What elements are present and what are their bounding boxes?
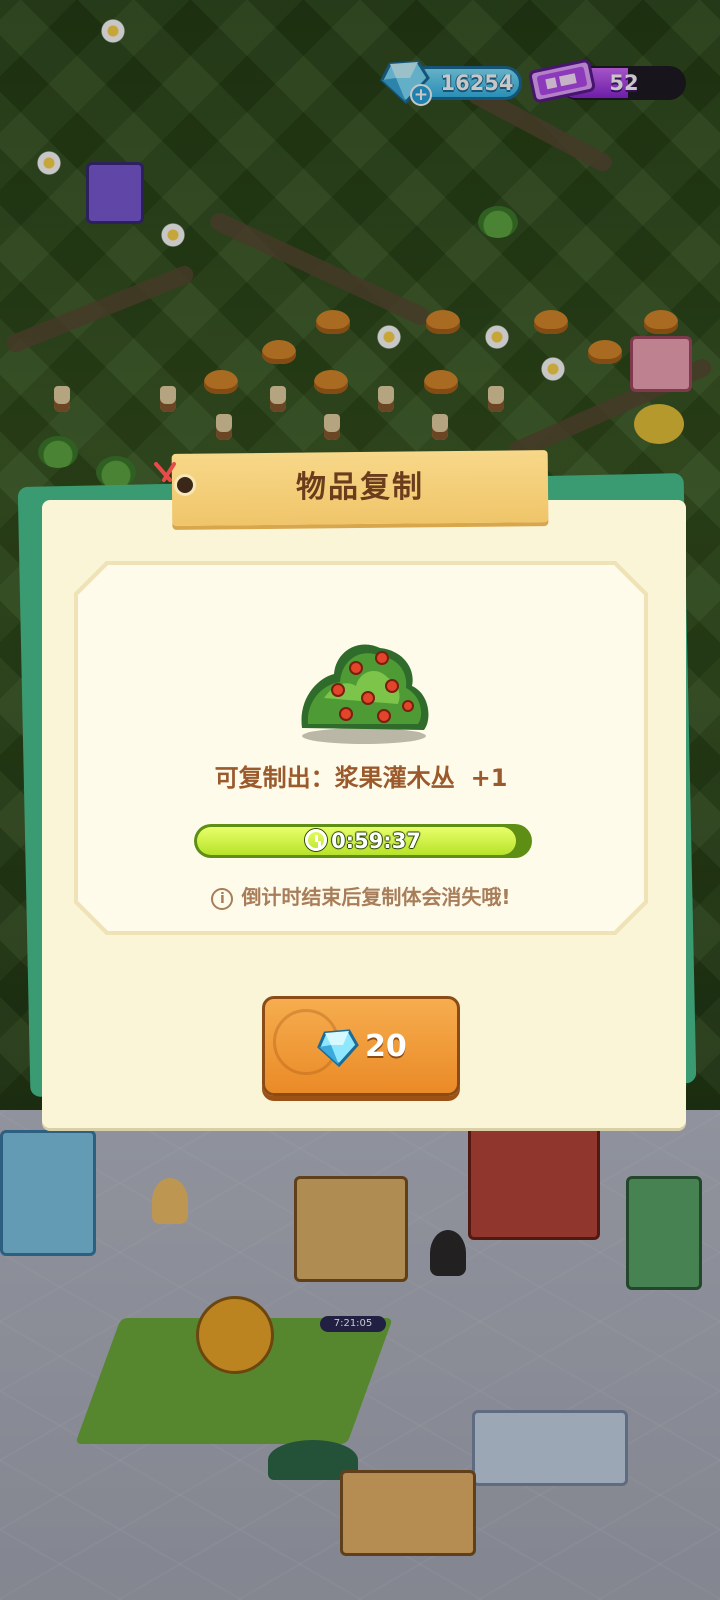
countdown-value: 0:59:37: [331, 829, 421, 853]
gem-icon: [317, 1029, 359, 1067]
copy-result-label: 可复制出：浆果灌木丛: [214, 764, 455, 792]
copy-result-amount: +1: [470, 764, 508, 792]
buy-copy-button[interactable]: 20: [262, 996, 460, 1096]
clock-icon: [305, 829, 328, 851]
info-icon: i: [211, 888, 234, 910]
buy-price: 20: [365, 1029, 407, 1064]
expiry-notice: i 倒计时结束后复制体会消失哦!: [78, 880, 644, 914]
expiry-notice-text: 倒计时结束后复制体会消失哦!: [241, 885, 511, 909]
berry-bush-icon: [301, 644, 429, 744]
dialog-title: 物品复制: [296, 470, 424, 505]
countdown-timer: 0:59:37: [194, 824, 532, 858]
copy-result-text: 可复制出：浆果灌木丛 +1: [78, 758, 644, 798]
item-card: [78, 565, 644, 931]
